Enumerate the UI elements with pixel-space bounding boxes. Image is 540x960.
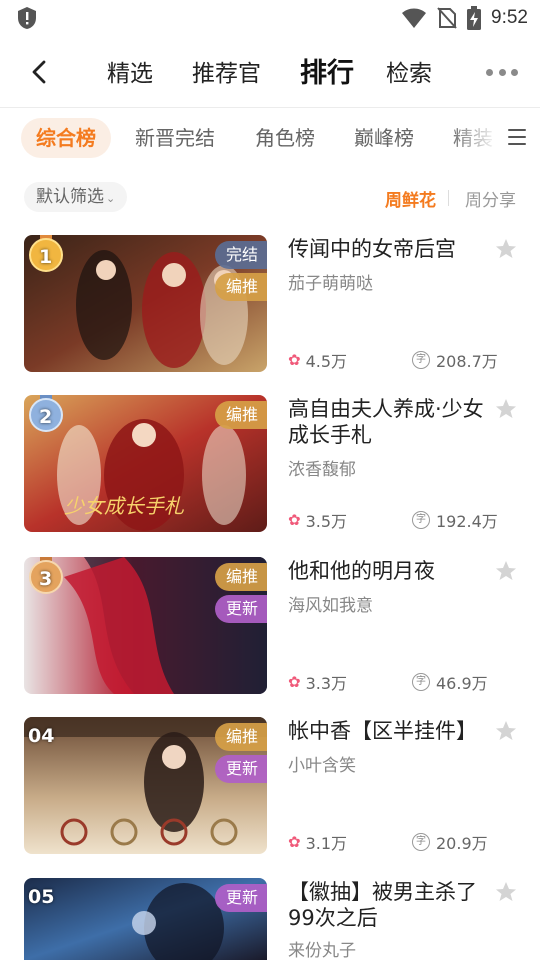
book-cover[interactable]: 05 更新	[24, 878, 267, 960]
book-author[interactable]: 海风如我意	[288, 591, 373, 616]
category-menu-icon[interactable]	[508, 127, 526, 147]
sort-weekly-shares[interactable]: 周分享	[465, 186, 516, 211]
top-nav: 精选 推荐官 排行 检索	[0, 36, 540, 108]
rank-number: 2	[39, 406, 53, 428]
category-tab-new-completed[interactable]: 新晋完结	[135, 118, 215, 158]
category-fade	[448, 118, 498, 158]
book-cover[interactable]: 3 编推 更新	[24, 557, 267, 694]
word-count: 字 192.4万	[412, 508, 498, 532]
book-list-item[interactable]: 3 编推 更新 他和他的明月夜 海风如我意 ✿ 3.3万 字 46.9万	[0, 557, 540, 697]
star-icon[interactable]	[494, 397, 518, 421]
badge-updated: 更新	[214, 755, 267, 783]
book-title[interactable]: 帐中香【区半挂件】	[288, 718, 488, 744]
flower-icon: ✿	[288, 833, 301, 851]
word-count-icon: 字	[412, 511, 430, 529]
rank-number: 05	[28, 886, 55, 908]
flower-count: ✿ 4.5万	[288, 348, 347, 372]
wifi-icon	[402, 8, 427, 28]
badge-editor-pick: 编推	[214, 273, 267, 301]
no-sim-icon	[437, 7, 457, 29]
word-count: 字 46.9万	[412, 670, 488, 694]
book-author[interactable]: 茄子萌萌哒	[288, 269, 373, 294]
word-value: 208.7万	[436, 352, 498, 371]
battery-charging-icon	[467, 6, 482, 30]
category-tab-character[interactable]: 角色榜	[255, 118, 315, 158]
badge-updated: 更新	[214, 595, 267, 623]
tab-recommender[interactable]: 推荐官	[192, 54, 261, 88]
book-title[interactable]: 高自由夫人养成·少女成长手札	[288, 396, 488, 448]
filter-label: 默认筛选	[36, 187, 104, 207]
star-icon[interactable]	[494, 719, 518, 743]
book-author[interactable]: 来份丸子	[288, 936, 356, 960]
rank-number: 04	[28, 725, 55, 747]
book-cover[interactable]: 04 编推 更新	[24, 717, 267, 854]
rank-number: 3	[39, 568, 53, 590]
book-author[interactable]: 浓香馥郁	[288, 455, 356, 480]
book-title[interactable]: 【徽抽】被男主杀了99次之后	[288, 879, 488, 931]
tab-ranking[interactable]: 排行	[300, 51, 354, 90]
category-tabs: 综合榜 新晋完结 角色榜 巅峰榜 精装	[0, 110, 540, 168]
flower-icon: ✿	[288, 351, 301, 369]
word-count: 字 208.7万	[412, 348, 498, 372]
book-cover[interactable]: 少女成长手札 2 编推	[24, 395, 267, 532]
more-dots-icon[interactable]	[486, 62, 518, 82]
flower-icon: ✿	[288, 511, 301, 529]
flower-count: ✿ 3.5万	[288, 508, 347, 532]
word-count-icon: 字	[412, 833, 430, 851]
book-author[interactable]: 小叶含笑	[288, 751, 356, 776]
flower-value: 4.5万	[305, 352, 348, 371]
sort-divider	[448, 190, 449, 206]
flower-count: ✿ 3.3万	[288, 670, 347, 694]
flower-value: 3.3万	[305, 674, 348, 693]
svg-text:少女成长手札: 少女成长手札	[64, 494, 184, 518]
flower-value: 3.5万	[305, 512, 348, 531]
word-count-icon: 字	[412, 673, 430, 691]
category-tab-peak[interactable]: 巅峰榜	[354, 118, 414, 158]
chevron-down-icon: ⌄	[106, 192, 116, 205]
word-value: 192.4万	[436, 512, 498, 531]
star-icon[interactable]	[494, 237, 518, 261]
filter-row: 默认筛选 ⌄ 周鲜花 周分享	[0, 178, 540, 218]
book-list-item[interactable]: 04 编推 更新 帐中香【区半挂件】 小叶含笑 ✿ 3.1万 字 20.9万	[0, 717, 540, 857]
book-title[interactable]: 传闻中的女帝后宫	[288, 236, 488, 262]
status-bar: 9:52	[0, 0, 540, 36]
book-list-item[interactable]: 少女成长手札 2 编推 高自由夫人养成·少女成长手札 浓香馥郁 ✿ 3.5万 字1…	[0, 395, 540, 535]
flower-value: 3.1万	[305, 834, 348, 853]
sort-weekly-flowers[interactable]: 周鲜花	[385, 186, 436, 211]
badge-editor-pick: 编推	[214, 723, 267, 751]
badge-editor-pick: 编推	[214, 563, 267, 591]
category-tab-overall[interactable]: 综合榜	[21, 118, 111, 158]
badge-completed: 完结	[214, 241, 267, 269]
flower-count: ✿ 3.1万	[288, 830, 347, 854]
star-icon[interactable]	[494, 880, 518, 904]
clock: 9:52	[491, 7, 528, 28]
default-filter-dropdown[interactable]: 默认筛选 ⌄	[24, 182, 128, 212]
chevron-left-icon[interactable]	[26, 58, 54, 86]
badge-editor-pick: 编推	[214, 401, 267, 429]
word-count: 字 20.9万	[412, 830, 488, 854]
rank-number: 1	[39, 246, 53, 268]
book-list-item[interactable]: 1 完结 编推 传闻中的女帝后宫 茄子萌萌哒 ✿ 4.5万 字 208.7万	[0, 235, 540, 375]
badge-updated: 更新	[214, 884, 267, 912]
tab-search[interactable]: 检索	[386, 54, 432, 88]
book-cover[interactable]: 1 完结 编推	[24, 235, 267, 372]
shield-alert-icon	[18, 7, 36, 29]
star-icon[interactable]	[494, 559, 518, 583]
word-value: 46.9万	[436, 674, 488, 693]
word-value: 20.9万	[436, 834, 488, 853]
word-count-icon: 字	[412, 351, 430, 369]
flower-icon: ✿	[288, 673, 301, 691]
tab-featured[interactable]: 精选	[107, 54, 153, 88]
book-title[interactable]: 他和他的明月夜	[288, 558, 488, 584]
book-list-item[interactable]: 05 更新 【徽抽】被男主杀了99次之后 来份丸子	[0, 878, 540, 960]
